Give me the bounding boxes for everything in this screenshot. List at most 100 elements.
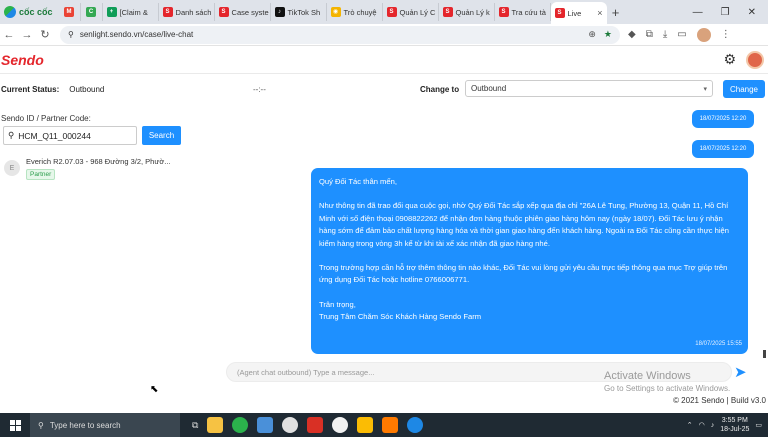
- contact-avatar: E: [4, 160, 20, 176]
- puzzle-icon[interactable]: ⧉: [646, 29, 653, 40]
- browser-tab[interactable]: S Danh sách: [159, 3, 215, 21]
- zoom-icon[interactable]: ⊕: [588, 29, 596, 40]
- current-status-label: Current Status:: [1, 84, 60, 94]
- browser-tab-bar: cốc cốc M C + [Claim & S Danh sách S Case syste…: [0, 0, 768, 24]
- address-bar-row: ← → ↻ ⚲ senlight.sendo.vn/case/live-chat…: [0, 24, 768, 46]
- notification-icon[interactable]: ▭: [755, 421, 762, 429]
- tab-active[interactable]: S Live ×: [550, 2, 607, 24]
- taskbar-search-placeholder: Type here to search: [49, 420, 121, 430]
- forward-arrow-icon[interactable]: →: [18, 29, 36, 41]
- app-blue-icon[interactable]: [407, 417, 424, 433]
- browser-brand[interactable]: cốc cốc: [0, 6, 59, 18]
- close-tab-icon[interactable]: ×: [597, 8, 602, 18]
- message-timestamp: 18/07/2025 15:55: [695, 340, 742, 347]
- extension-icon[interactable]: ◆: [628, 29, 636, 40]
- clock-time: 3:55 PM: [721, 417, 748, 424]
- contact-name: Everich R2.07.03 - 968 Đường 3/2, Phườ..…: [26, 157, 171, 166]
- message-signoff: Trân trọng,: [319, 299, 356, 309]
- file-explorer-icon[interactable]: [207, 417, 224, 433]
- coccoc-taskbar-icon[interactable]: [232, 417, 249, 433]
- chat-panel: 18/07/2025 12:20 18/07/2025 12:20 Quý Đố…: [207, 102, 762, 388]
- tab-label: Tra cứu tà: [511, 7, 546, 17]
- back-arrow-icon[interactable]: ←: [0, 29, 18, 41]
- profile-avatar-icon[interactable]: [696, 27, 711, 42]
- site-info-icon[interactable]: ⚲: [68, 30, 74, 39]
- tab-favicon-icon: ♪: [274, 7, 285, 17]
- tab-favicon-icon: +: [106, 7, 117, 17]
- browser-tab[interactable]: S Quản Lý k: [439, 3, 495, 21]
- current-status-value: Outbound: [69, 84, 105, 94]
- tab-label: [Claim &: [119, 7, 148, 17]
- video-app-icon[interactable]: [307, 417, 324, 433]
- tab-favicon-icon: S: [386, 7, 397, 17]
- window-controls: — ❐ ✕: [693, 7, 768, 18]
- search-button[interactable]: Search: [142, 126, 181, 145]
- notes-app-icon[interactable]: [257, 417, 274, 433]
- download-icon[interactable]: ⤓: [663, 29, 667, 40]
- url-field[interactable]: ⚲ senlight.sendo.vn/case/live-chat ⊕ ★: [60, 25, 620, 44]
- browser-brand-label: cốc cốc: [19, 7, 53, 17]
- tab-favicon-icon: S: [554, 8, 565, 18]
- browser-tab[interactable]: S Quản Lý C: [383, 3, 439, 21]
- watermark-line1: Activate Windows: [604, 370, 691, 382]
- tab-label: Quản Lý C: [399, 7, 436, 17]
- change-to-label: Change to: [420, 84, 460, 94]
- browser-tab[interactable]: ◉ Trò chuyệ: [327, 3, 383, 21]
- scrollbar-thumb[interactable]: [763, 350, 766, 358]
- windows-taskbar: ⚲ Type here to search ⧉ ⌃ ◠ ♪ 3:55 PM 18…: [0, 413, 768, 437]
- browser-taskbar-icon[interactable]: [332, 417, 349, 433]
- tray-chevron-icon[interactable]: ⌃: [687, 421, 693, 429]
- reload-icon[interactable]: ↻: [36, 28, 54, 41]
- chrome-taskbar-icon[interactable]: [282, 417, 299, 433]
- sidebar-icon[interactable]: ▭: [677, 29, 686, 40]
- user-avatar[interactable]: [746, 50, 764, 69]
- browser-tab[interactable]: S Tra cứu tà: [495, 3, 551, 21]
- mouse-cursor-icon: ⬉: [150, 384, 159, 395]
- tab-favicon-icon: C: [86, 7, 97, 17]
- gear-icon[interactable]: ⚙: [723, 51, 736, 68]
- app-orange-icon[interactable]: [382, 417, 399, 433]
- taskbar-clock[interactable]: 3:55 PM 18-Jul-25: [720, 416, 749, 434]
- send-icon[interactable]: ➤: [734, 363, 747, 381]
- coccoc-logo-icon: [4, 6, 16, 18]
- browser-tab[interactable]: M: [59, 3, 81, 21]
- search-icon: ⚲: [8, 130, 15, 140]
- left-panel: Sendo ID / Partner Code: ⚲ HCM_Q11_00024…: [0, 102, 205, 395]
- message-body-2: Trong trường hợp cần hỗ trợ thêm thông t…: [319, 263, 728, 285]
- browser-tab[interactable]: ♪ TikTok Sh: [271, 3, 327, 21]
- network-icon[interactable]: ◠: [699, 421, 705, 429]
- partner-search-value: HCM_Q11_000244: [18, 130, 91, 141]
- minimize-icon[interactable]: —: [693, 7, 703, 18]
- change-to-select[interactable]: Outbound ▾: [465, 80, 713, 97]
- partner-search-input[interactable]: ⚲ HCM_Q11_000244: [3, 126, 137, 145]
- sendo-logo[interactable]: Sendo: [1, 52, 44, 68]
- taskbar-search[interactable]: ⚲ Type here to search: [30, 413, 180, 437]
- tab-label: Case syste: [231, 7, 269, 17]
- restore-icon[interactable]: ❐: [721, 7, 730, 18]
- browser-tab[interactable]: + [Claim &: [103, 3, 159, 21]
- tab-favicon-icon: S: [498, 7, 509, 17]
- new-tab-plus-icon[interactable]: +: [607, 5, 625, 20]
- change-to-value: Outbound: [471, 84, 507, 93]
- close-window-icon[interactable]: ✕: [748, 7, 756, 18]
- contact-list-item[interactable]: E Everich R2.07.03 - 968 Đường 3/2, Phườ…: [4, 154, 204, 184]
- chevron-down-icon: ▾: [703, 85, 707, 93]
- volume-icon[interactable]: ♪: [711, 422, 715, 429]
- sticky-notes-icon[interactable]: [357, 417, 374, 433]
- partner-badge: Partner: [26, 169, 56, 180]
- task-view-icon[interactable]: ⧉: [192, 420, 198, 431]
- footer-text: © 2021 Sendo | Build v3.0: [673, 396, 766, 405]
- timer: --:--: [253, 84, 266, 94]
- browser-tab[interactable]: S Case syste: [215, 3, 271, 21]
- clock-date: 18-Jul-25: [720, 426, 750, 433]
- tab-label: Trò chuyệ: [343, 7, 377, 17]
- message-pill-1: 18/07/2025 12:20: [692, 110, 754, 128]
- bookmark-star-icon[interactable]: ★: [604, 29, 612, 40]
- browser-menu-icon[interactable]: ⋮: [721, 29, 731, 40]
- change-button[interactable]: Change: [723, 80, 765, 98]
- tab-label: Live: [567, 8, 582, 18]
- browser-tab[interactable]: C: [81, 3, 103, 21]
- windows-start-icon[interactable]: [0, 419, 30, 431]
- tab-label: TikTok Sh: [287, 7, 321, 17]
- message-body-1: Như thông tin đã trao đổi qua cuộc gọi, …: [319, 201, 729, 248]
